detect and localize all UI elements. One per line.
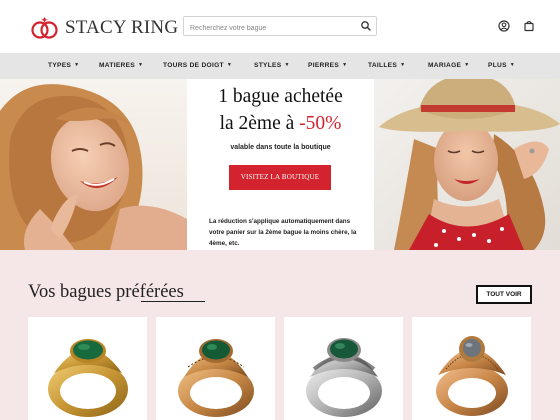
nav-label: TOURS DE DOIGT <box>163 62 224 69</box>
product-card[interactable] <box>284 317 403 420</box>
search-input[interactable] <box>184 19 354 38</box>
see-all-button[interactable]: TOUT VOIR <box>476 285 532 304</box>
nav-label: TAILLES <box>368 62 398 69</box>
product-card[interactable] <box>412 317 531 420</box>
site-header: STACY RING <box>0 0 560 53</box>
chevron-down-icon: ▼ <box>464 62 470 68</box>
chevron-down-icon: ▼ <box>226 62 233 68</box>
search-box <box>183 16 377 38</box>
chevron-down-icon: ▼ <box>509 62 516 68</box>
title-underline <box>141 301 205 302</box>
promo-note: La réduction s'applique automatiquement … <box>209 218 357 247</box>
logo[interactable]: STACY RING <box>29 13 178 43</box>
model-photo-right <box>374 79 560 250</box>
model-photo-left <box>0 79 187 250</box>
chevron-down-icon: ▼ <box>400 62 406 68</box>
nav-item-tours-de-doigt[interactable]: TOURS DE DOIGT ▼ <box>163 53 232 79</box>
chevron-down-icon: ▼ <box>74 62 80 68</box>
nav-item-mariage[interactable]: MARIAGE ▼ <box>428 53 470 79</box>
nav-item-tailles[interactable]: TAILLES ▼ <box>368 53 405 79</box>
cart-icon[interactable] <box>523 20 535 32</box>
promo-line-2: la 2ème à -50% <box>187 110 374 137</box>
account-icon[interactable] <box>498 20 510 32</box>
nav-item-plus[interactable]: PLUS ▼ <box>488 53 515 79</box>
nav-label: TYPES <box>48 62 72 69</box>
nav-label: PIERRES <box>308 62 340 69</box>
promo-banner: 1 bague achetée la 2ème à -50% valable d… <box>0 79 560 250</box>
main-nav: TYPES ▼ MATIERES ▼ TOURS DE DOIGT ▼ STYLES ▼… <box>0 53 560 79</box>
promo-subtitle: valable dans toute la boutique <box>230 144 331 151</box>
brand-name: STACY RING <box>65 17 179 38</box>
chevron-down-icon: ▼ <box>284 62 290 68</box>
chevron-down-icon: ▼ <box>137 62 144 68</box>
nav-label: MATIERES <box>99 62 135 69</box>
nav-label: MARIAGE <box>428 62 462 69</box>
nav-item-types[interactable]: TYPES ▼ <box>48 53 79 79</box>
promo-line-2-prefix: la 2ème à <box>219 113 300 134</box>
promo-headline: 1 bague achetée la 2ème à -50% <box>187 83 374 137</box>
search-icon[interactable] <box>360 20 372 32</box>
nav-label: PLUS <box>488 62 507 69</box>
product-card[interactable] <box>156 317 275 420</box>
favorites-section: Vos bagues préférées TOUT VOIR <box>0 250 560 420</box>
discount-value: -50% <box>299 113 342 134</box>
nav-item-styles[interactable]: STYLES ▼ <box>254 53 290 79</box>
rings-logo-icon <box>31 17 58 39</box>
nav-item-pierres[interactable]: PIERRES ▼ <box>308 53 347 79</box>
chevron-down-icon: ▼ <box>342 62 348 68</box>
nav-label: STYLES <box>254 62 282 69</box>
product-card[interactable] <box>28 317 147 420</box>
visit-shop-button[interactable]: VISITEZ LA BOUTIQUE <box>229 165 331 190</box>
nav-item-matieres[interactable]: MATIERES ▼ <box>99 53 143 79</box>
section-title: Vos bagues préférées <box>28 282 184 302</box>
promo-line-1: 1 bague achetée <box>218 86 343 107</box>
